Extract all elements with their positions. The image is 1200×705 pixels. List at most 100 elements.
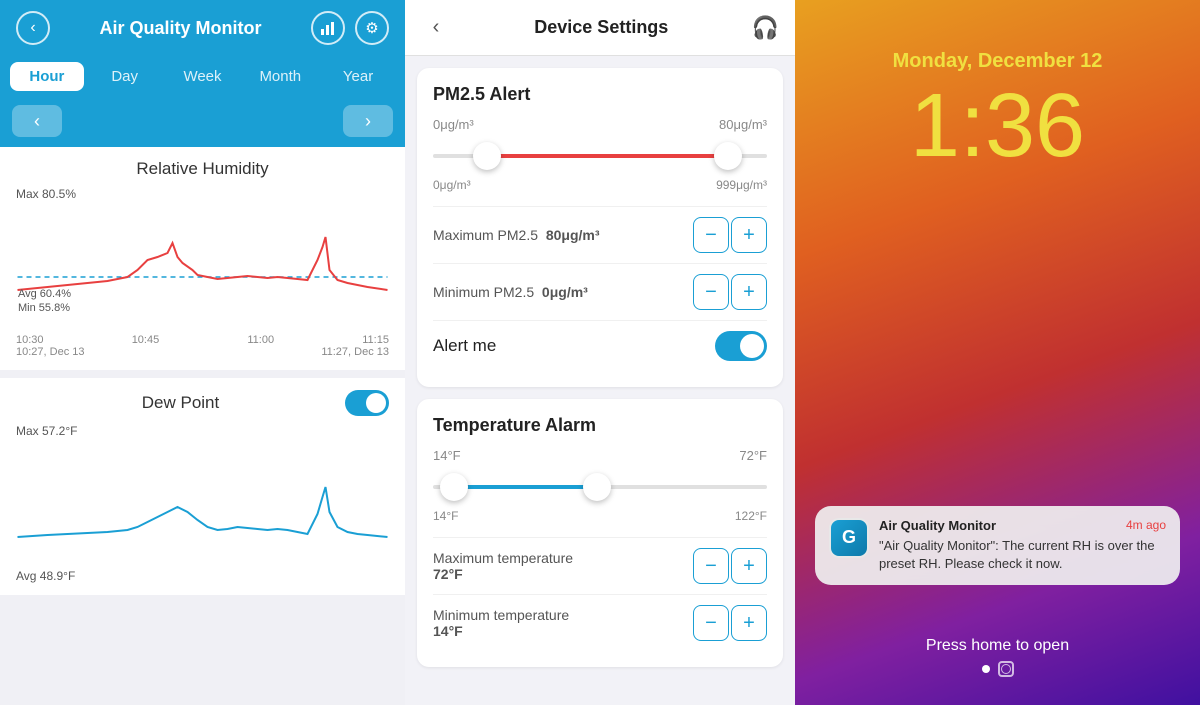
back-button[interactable]: ‹ <box>16 11 50 45</box>
temp-thumb-right[interactable] <box>583 473 611 501</box>
humidity-title: Relative Humidity <box>16 159 389 179</box>
temp-max-label: Maximum temperature72°F <box>433 550 573 582</box>
lock-date: Monday, December 12 <box>893 50 1103 73</box>
lock-screen: Monday, December 12 1:36 G Air Quality M… <box>795 0 1200 705</box>
humidity-chart-svg <box>16 205 389 325</box>
camera-dot <box>998 661 1014 677</box>
notif-message: "Air Quality Monitor": The current RH is… <box>879 537 1166 573</box>
settings-header: ‹ Device Settings 🎧 <box>405 0 795 56</box>
pm25-range-max-bottom: 999μg/m³ <box>716 178 767 192</box>
tab-month[interactable]: Month <box>243 62 317 91</box>
settings-content: PM2.5 Alert 0μg/m³ 80μg/m³ 0μg/m³ 999μg/… <box>405 56 795 705</box>
alert-me-label: Alert me <box>433 336 496 356</box>
settings-button[interactable]: ⚙ <box>355 11 389 45</box>
pm25-min-stepper: − + <box>693 274 767 310</box>
pm25-min-increase[interactable]: + <box>731 274 767 310</box>
notif-content: Air Quality Monitor 4m ago "Air Quality … <box>879 518 1166 573</box>
temp-range-min-top: 14°F <box>433 448 461 463</box>
settings-back-button[interactable]: ‹ <box>421 16 451 39</box>
pm25-max-row: Maximum PM2.5 80μg/m³ − + <box>433 206 767 263</box>
pm25-max-increase[interactable]: + <box>731 217 767 253</box>
middle-panel: ‹ Device Settings 🎧 PM2.5 Alert 0μg/m³ 8… <box>405 0 795 705</box>
dewpoint-chart-section: Dew Point Max 57.2°F Avg 48.9°F <box>0 378 405 595</box>
nav-prev[interactable]: ‹ <box>12 105 62 137</box>
pm25-title: PM2.5 Alert <box>433 84 767 105</box>
charts-area: Relative Humidity Max 80.5% Avg 60.4% Mi… <box>0 147 405 705</box>
temp-range-bottom: 14°F 122°F <box>433 509 767 523</box>
pm25-thumb-right[interactable] <box>714 142 742 170</box>
humidity-time-labels: 10:30 10:45 11:00 11:15 <box>16 334 389 346</box>
pm25-range-top: 0μg/m³ 80μg/m³ <box>433 117 767 132</box>
app-title: Air Quality Monitor <box>100 18 262 39</box>
pm25-card: PM2.5 Alert 0μg/m³ 80μg/m³ 0μg/m³ 999μg/… <box>417 68 783 387</box>
lock-dots <box>982 661 1014 677</box>
humidity-date-labels: 10:27, Dec 13 11:27, Dec 13 <box>16 346 389 358</box>
headphone-icon: 🎧 <box>752 15 779 41</box>
temp-range-min-bottom: 14°F <box>433 509 458 523</box>
tab-week[interactable]: Week <box>166 62 240 91</box>
pm25-max-label: Maximum PM2.5 80μg/m³ <box>433 227 600 243</box>
nav-row: ‹ › <box>0 101 405 147</box>
chart-icon <box>320 20 336 36</box>
temp-min-label: Minimum temperature14°F <box>433 607 569 639</box>
pm25-fill <box>480 154 720 158</box>
temp-min-row: Minimum temperature14°F − + <box>433 594 767 651</box>
humidity-chart-section: Relative Humidity Max 80.5% Avg 60.4% Mi… <box>0 147 405 370</box>
humidity-avg: Avg 60.4% <box>18 288 71 300</box>
temp-alarm-card: Temperature Alarm 14°F 72°F 14°F 122°F M… <box>417 399 783 667</box>
tab-bar: Hour Day Week Month Year <box>0 56 405 101</box>
notif-app-name: Air Quality Monitor <box>879 518 996 533</box>
pm25-max-decrease[interactable]: − <box>693 217 729 253</box>
notif-time-ago: 4m ago <box>1126 518 1166 532</box>
dewpoint-toggle[interactable] <box>345 390 389 416</box>
humidity-max: Max 80.5% <box>16 187 389 201</box>
tab-hour[interactable]: Hour <box>10 62 84 91</box>
tab-year[interactable]: Year <box>321 62 395 91</box>
pm25-max-stepper: − + <box>693 217 767 253</box>
temp-range-top: 14°F 72°F <box>433 448 767 463</box>
pm25-min-row: Minimum PM2.5 0μg/m³ − + <box>433 263 767 320</box>
nav-next[interactable]: › <box>343 105 393 137</box>
temp-max-decrease[interactable]: − <box>693 548 729 584</box>
dewpoint-title: Dew Point <box>16 393 345 413</box>
temp-thumb-left[interactable] <box>440 473 468 501</box>
pm25-range-bottom: 0μg/m³ 999μg/m³ <box>433 178 767 192</box>
chart-button[interactable] <box>311 11 345 45</box>
pm25-thumb-left[interactable] <box>473 142 501 170</box>
temp-fill <box>446 485 590 489</box>
temp-range-max-top: 72°F <box>739 448 767 463</box>
notif-header: Air Quality Monitor 4m ago <box>879 518 1166 533</box>
pm25-min-label: Minimum PM2.5 0μg/m³ <box>433 284 588 300</box>
temp-max-stepper: − + <box>693 548 767 584</box>
temp-slider[interactable] <box>433 469 767 505</box>
pm25-range-min-top: 0μg/m³ <box>433 117 474 132</box>
notif-initial: G <box>842 527 856 548</box>
header-icons: ⚙ <box>311 11 389 45</box>
tab-day[interactable]: Day <box>88 62 162 91</box>
temp-min-decrease[interactable]: − <box>693 605 729 641</box>
left-header: ‹ Air Quality Monitor ⚙ <box>0 0 405 56</box>
left-panel: ‹ Air Quality Monitor ⚙ Hour Day Week Mo… <box>0 0 405 705</box>
press-home-text: Press home to open <box>926 637 1069 655</box>
notification-card: G Air Quality Monitor 4m ago "Air Qualit… <box>815 506 1180 585</box>
alert-me-toggle[interactable] <box>715 331 767 361</box>
temp-max-row: Maximum temperature72°F − + <box>433 537 767 594</box>
dewpoint-avg: Avg 48.9°F <box>16 569 389 583</box>
temp-max-increase[interactable]: + <box>731 548 767 584</box>
dewpoint-chart-svg <box>16 442 389 562</box>
pm25-min-decrease[interactable]: − <box>693 274 729 310</box>
alert-me-row: Alert me <box>433 320 767 371</box>
temp-min-stepper: − + <box>693 605 767 641</box>
pm25-range-max-top: 80μg/m³ <box>719 117 767 132</box>
notif-app-icon-inner: G <box>831 520 867 556</box>
dewpoint-max: Max 57.2°F <box>16 424 389 438</box>
humidity-min: Min 55.8% <box>18 302 70 314</box>
lock-time: 1:36 <box>910 81 1085 171</box>
temp-min-increase[interactable]: + <box>731 605 767 641</box>
pm25-slider[interactable] <box>433 138 767 174</box>
notif-app-icon: G <box>829 518 869 558</box>
settings-title: Device Settings <box>451 17 752 38</box>
temp-alarm-title: Temperature Alarm <box>433 415 767 436</box>
pm25-range-min-bottom: 0μg/m³ <box>433 178 471 192</box>
dot-active <box>982 665 990 673</box>
